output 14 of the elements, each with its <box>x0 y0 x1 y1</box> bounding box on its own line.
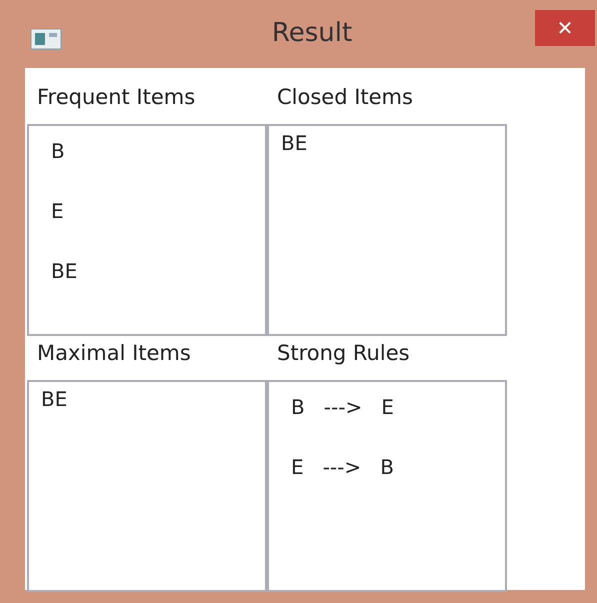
list-item[interactable]: BE <box>281 130 505 156</box>
list-item[interactable]: B ---> E <box>291 394 505 420</box>
list-item[interactable]: E <box>51 198 265 224</box>
section-label: Closed Items <box>276 84 414 111</box>
section-label: Maximal Items <box>36 340 192 367</box>
list-item[interactable]: E ---> B <box>291 454 505 480</box>
list-item[interactable]: BE <box>41 386 265 412</box>
section-label: Frequent Items <box>36 84 196 111</box>
app-window-icon <box>30 28 62 50</box>
section-label: Strong Rules <box>276 340 411 367</box>
list-item[interactable]: B <box>51 138 265 164</box>
close-button[interactable]: ✕ <box>535 10 595 46</box>
window-title: Result <box>270 20 354 46</box>
list-item[interactable]: BE <box>51 258 265 284</box>
